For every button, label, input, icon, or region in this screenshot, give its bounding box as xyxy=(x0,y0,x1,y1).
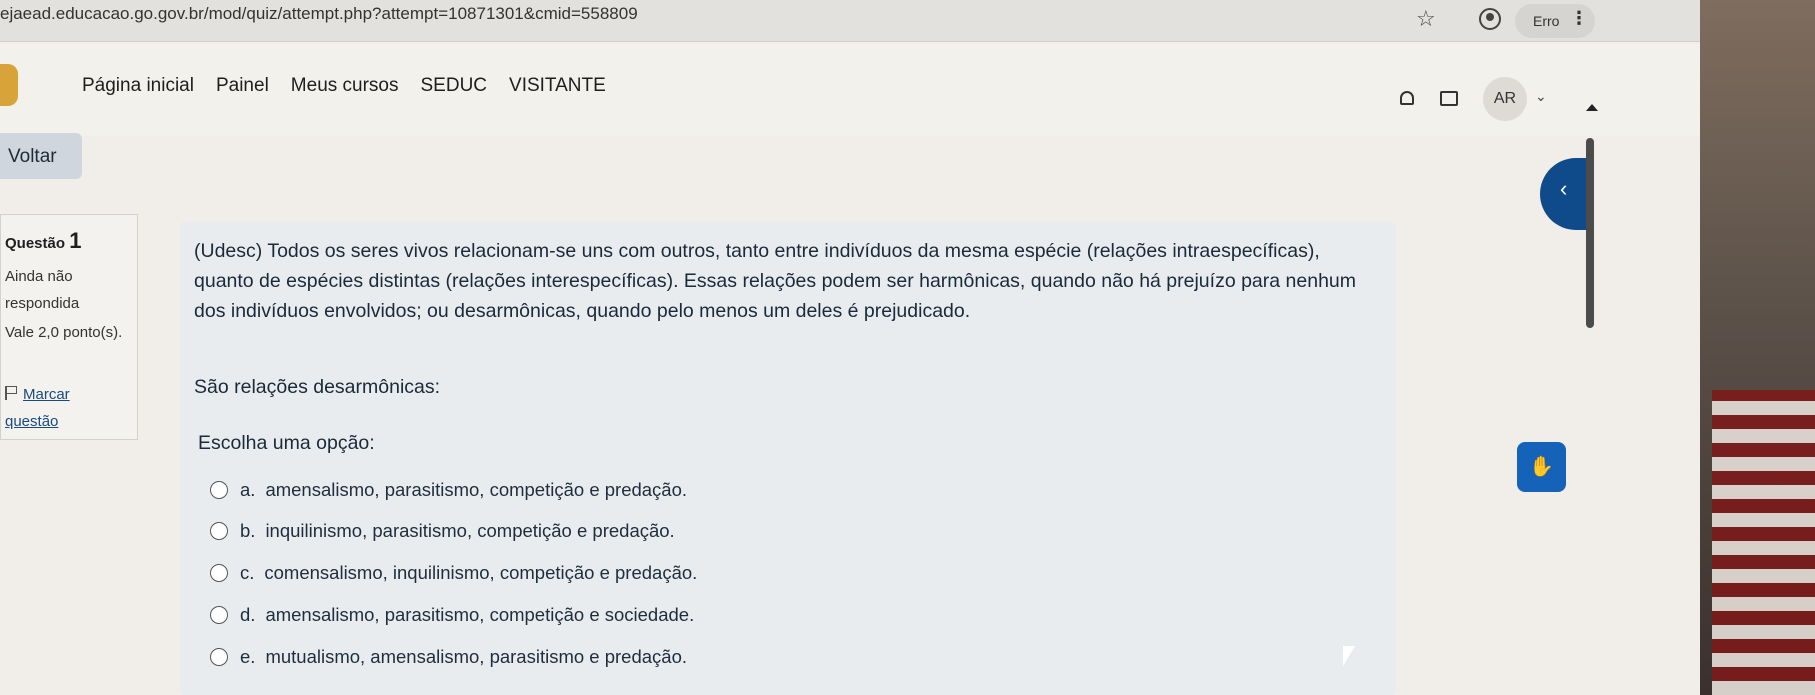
answer-option-c[interactable]: c. comensalismo, inquilinismo, competiçã… xyxy=(210,559,697,587)
nav-link-home[interactable]: Página inicial xyxy=(82,75,194,97)
flag-question-link[interactable]: Marcar questão xyxy=(5,381,125,435)
mouse-cursor-icon xyxy=(1343,646,1355,666)
answer-option-b[interactable]: b. inquilinismo, parasitismo, competição… xyxy=(210,517,675,545)
site-logo[interactable] xyxy=(0,64,18,106)
radio-button[interactable] xyxy=(210,648,228,666)
question-panel: (Udesc) Todos os seres vivos relacionam-… xyxy=(180,222,1396,695)
address-bar[interactable]: ejaead.educacao.go.gov.br/mod/quiz/attem… xyxy=(0,4,638,24)
nav-link-visitante[interactable]: VISITANTE xyxy=(509,75,606,97)
radio-button[interactable] xyxy=(210,481,228,499)
question-prompt: São relações desarmônicas: xyxy=(194,376,441,398)
bell-icon[interactable] xyxy=(1400,91,1414,105)
browser-toolbar: ejaead.educacao.go.gov.br/mod/quiz/attem… xyxy=(0,0,1700,42)
star-icon[interactable]: ☆ xyxy=(1416,6,1436,32)
question-title: Questão 1 xyxy=(5,228,81,254)
radio-button[interactable] xyxy=(210,522,228,540)
question-status: Ainda não respondida xyxy=(5,268,80,312)
radio-button[interactable] xyxy=(210,606,228,624)
flag-icon xyxy=(5,386,17,400)
background-cloth xyxy=(1712,390,1815,695)
answer-text: amensalismo, parasitismo, competição e p… xyxy=(265,479,688,500)
question-number: 1 xyxy=(69,228,82,253)
user-avatar[interactable]: AR xyxy=(1483,77,1527,121)
question-text: (Udesc) Todos os seres vivos relacionam-… xyxy=(194,240,1357,322)
answer-letter: b. xyxy=(240,520,256,541)
question-label: Questão xyxy=(5,235,66,252)
answer-letter: d. xyxy=(240,604,256,625)
question-grade: Vale 2,0 ponto(s). xyxy=(5,324,123,341)
chat-icon[interactable] xyxy=(1440,91,1458,106)
choose-option-label: Escolha uma opção: xyxy=(198,432,375,454)
answer-option-d[interactable]: d. amensalismo, parasitismo, competição … xyxy=(210,601,694,629)
answer-letter: c. xyxy=(240,562,255,583)
answer-letter: e. xyxy=(240,646,256,667)
page-scrollbar[interactable] xyxy=(1586,138,1594,328)
nav-link-dashboard[interactable]: Painel xyxy=(216,75,269,97)
answer-text: mutualismo, amensalismo, parasitismo e p… xyxy=(265,646,688,667)
question-info-box: Questão 1 Ainda não respondida Vale 2,0 … xyxy=(0,214,138,440)
answer-option-a[interactable]: a. amensalismo, parasitismo, competição … xyxy=(210,476,687,504)
answer-text: comensalismo, inquilinismo, competição e… xyxy=(264,562,698,583)
error-label: Erro xyxy=(1533,13,1560,29)
scroll-up-arrow-icon[interactable] xyxy=(1586,104,1598,111)
answer-text: inquilinismo, parasitismo, competição e … xyxy=(265,520,675,541)
primary-navigation: Página inicial Painel Meus cursos SEDUC … xyxy=(82,75,606,97)
nav-link-my-courses[interactable]: Meus cursos xyxy=(291,75,399,97)
radio-button[interactable] xyxy=(210,564,228,582)
sign-language-icon[interactable]: ✋ xyxy=(1517,442,1566,492)
profile-icon[interactable] xyxy=(1479,8,1501,30)
back-button[interactable]: Voltar xyxy=(0,133,82,179)
chevron-left-icon[interactable]: ‹ xyxy=(1540,158,1588,230)
answer-option-e[interactable]: e. mutualismo, amensalismo, parasitismo … xyxy=(210,643,687,671)
answer-text: amensalismo, parasitismo, competição e s… xyxy=(265,604,695,625)
site-navbar: Página inicial Painel Meus cursos SEDUC … xyxy=(0,44,1700,136)
kebab-menu-icon[interactable]: ⋮ xyxy=(1570,8,1588,29)
chevron-down-icon[interactable]: ⌄ xyxy=(1535,88,1547,105)
nav-link-seduc[interactable]: SEDUC xyxy=(421,75,488,97)
browser-screen: ejaead.educacao.go.gov.br/mod/quiz/attem… xyxy=(0,0,1700,695)
answer-letter: a. xyxy=(240,479,256,500)
